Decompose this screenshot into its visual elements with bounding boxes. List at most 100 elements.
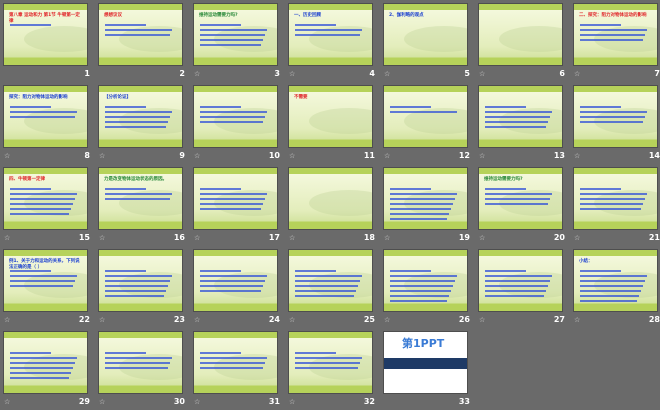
slide-title: 小结： (579, 259, 593, 264)
slide-number: 14 (648, 151, 660, 160)
transition-star-icon[interactable]: ☆ (194, 234, 200, 242)
transition-star-icon[interactable]: ☆ (384, 316, 390, 324)
transition-star-icon[interactable]: ☆ (574, 70, 580, 78)
slide-number: 21 (648, 233, 660, 242)
slide-thumbnail-20[interactable]: 维持运动需要力吗? (478, 167, 563, 230)
transition-star-icon[interactable]: ☆ (289, 234, 295, 242)
slide-thumbnail-10[interactable] (193, 85, 278, 148)
slide-number: 22 (78, 315, 90, 324)
transition-star-icon[interactable]: ☆ (4, 234, 10, 242)
transition-star-icon[interactable]: ☆ (479, 152, 485, 160)
transition-star-icon[interactable]: ☆ (479, 316, 485, 324)
slide-thumbnail-19[interactable] (383, 167, 468, 230)
transition-star-icon[interactable]: ☆ (289, 152, 295, 160)
slide-number: 19 (458, 233, 470, 242)
slide-title: 【分析论证】 (104, 95, 131, 100)
transition-star-icon[interactable]: ☆ (99, 234, 105, 242)
transition-star-icon[interactable]: ☆ (289, 398, 295, 406)
transition-star-icon[interactable]: ☆ (289, 316, 295, 324)
slide-number: 9 (179, 151, 185, 160)
slide-number: 11 (363, 151, 375, 160)
slide-thumbnail-5[interactable]: 2、伽利略的观点 (383, 3, 468, 66)
slide-thumbnail-21[interactable] (573, 167, 658, 230)
slide-thumbnail-12[interactable] (383, 85, 468, 148)
slide-number: 3 (274, 69, 280, 78)
transition-star-icon[interactable]: ☆ (574, 316, 580, 324)
transition-star-icon[interactable]: ☆ (4, 152, 10, 160)
slide-title: 力是改变物体运动状态的原因。 (104, 177, 167, 182)
background-wave (24, 26, 87, 52)
slide-text-lines (390, 106, 459, 116)
slide-thumbnail-26[interactable] (383, 249, 468, 312)
slide-thumbnail-14[interactable] (573, 85, 658, 148)
slide-thumbnail-27[interactable] (478, 249, 563, 312)
slide-number: 24 (268, 315, 280, 324)
transition-star-icon[interactable]: ☆ (99, 398, 105, 406)
slide-thumbnail-33[interactable]: 第1PPT (383, 331, 468, 394)
slide-thumbnail-25[interactable] (288, 249, 373, 312)
transition-star-icon[interactable]: ☆ (384, 152, 390, 160)
slide-thumbnail-7[interactable]: 二、探究：阻力对物体运动的影响 (573, 3, 658, 66)
background-wave (309, 108, 372, 134)
slide-title: 维持运动需要力吗? (199, 13, 238, 18)
transition-star-icon[interactable]: ☆ (99, 316, 105, 324)
slide-thumbnail-30[interactable] (98, 331, 183, 394)
slide-text-lines (390, 188, 459, 223)
transition-star-icon[interactable]: ☆ (479, 70, 485, 78)
slide-thumbnail-3[interactable]: 维持运动需要力吗? (193, 3, 278, 66)
slide-thumbnail-13[interactable] (478, 85, 563, 148)
slide-number: 5 (464, 69, 470, 78)
transition-star-icon[interactable]: ☆ (574, 234, 580, 242)
slide-number: 29 (78, 397, 90, 406)
slide-text-lines (105, 270, 174, 300)
slide-thumbnail-24[interactable] (193, 249, 278, 312)
slide-thumbnail-28[interactable]: 小结： (573, 249, 658, 312)
slide-thumbnail-15[interactable]: 四、牛顿第一定律 (3, 167, 88, 230)
slide-thumbnail-22[interactable]: 例1、关于力和运动的关系，下列说法正确的是（ ） (3, 249, 88, 312)
slide-thumbnail-9[interactable]: 【分析论证】 (98, 85, 183, 148)
slide-number: 25 (363, 315, 375, 324)
background-wave (499, 26, 562, 52)
transition-star-icon[interactable]: ☆ (194, 316, 200, 324)
slide-thumbnail-17[interactable] (193, 167, 278, 230)
slide-number: 4 (369, 69, 375, 78)
transition-star-icon[interactable]: ☆ (194, 152, 200, 160)
slide-number: 15 (78, 233, 90, 242)
slide-thumbnail-31[interactable] (193, 331, 278, 394)
slide-number: 28 (648, 315, 660, 324)
slide-thumbnail-16[interactable]: 力是改变物体运动状态的原因。 (98, 167, 183, 230)
slide-thumbnail-11[interactable]: 不需要 (288, 85, 373, 148)
slide-thumbnail-18[interactable] (288, 167, 373, 230)
transition-star-icon[interactable]: ☆ (384, 70, 390, 78)
slide-thumbnail-1[interactable]: 第八章 运动和力 第1节 牛顿第一定律 (3, 3, 88, 66)
slide-thumbnail-23[interactable] (98, 249, 183, 312)
transition-star-icon[interactable]: ☆ (384, 234, 390, 242)
slide-text-lines (580, 106, 649, 126)
transition-star-icon[interactable]: ☆ (289, 70, 295, 78)
slide-thumbnail-32[interactable] (288, 331, 373, 394)
slide-thumbnail-4[interactable]: 一、历史回顾 (288, 3, 373, 66)
slide-number: 30 (173, 397, 185, 406)
slide-text-lines (105, 352, 174, 372)
slide-title: 第八章 运动和力 第1节 牛顿第一定律 (9, 13, 80, 24)
transition-star-icon[interactable]: ☆ (194, 398, 200, 406)
background-wave (404, 26, 467, 52)
transition-star-icon[interactable]: ☆ (574, 152, 580, 160)
slide-number: 23 (173, 315, 185, 324)
slide-thumbnail-29[interactable] (3, 331, 88, 394)
transition-star-icon[interactable]: ☆ (4, 316, 10, 324)
slide-text-lines (580, 270, 649, 305)
transition-star-icon[interactable]: ☆ (99, 152, 105, 160)
background-wave (309, 190, 372, 216)
slide-thumbnail-2[interactable]: 想想议议 (98, 3, 183, 66)
slide-number: 20 (553, 233, 565, 242)
slide-text-lines (295, 352, 364, 372)
slide-text-lines (390, 270, 459, 305)
slide-thumbnail-6[interactable] (478, 3, 563, 66)
transition-star-icon[interactable]: ☆ (194, 70, 200, 78)
transition-star-icon[interactable]: ☆ (479, 234, 485, 242)
transition-star-icon[interactable]: ☆ (4, 398, 10, 406)
slide-thumbnail-8[interactable]: 探究：阻力对物体运动的影响 (3, 85, 88, 148)
slide-text-lines (10, 352, 79, 382)
slide-number: 26 (458, 315, 470, 324)
